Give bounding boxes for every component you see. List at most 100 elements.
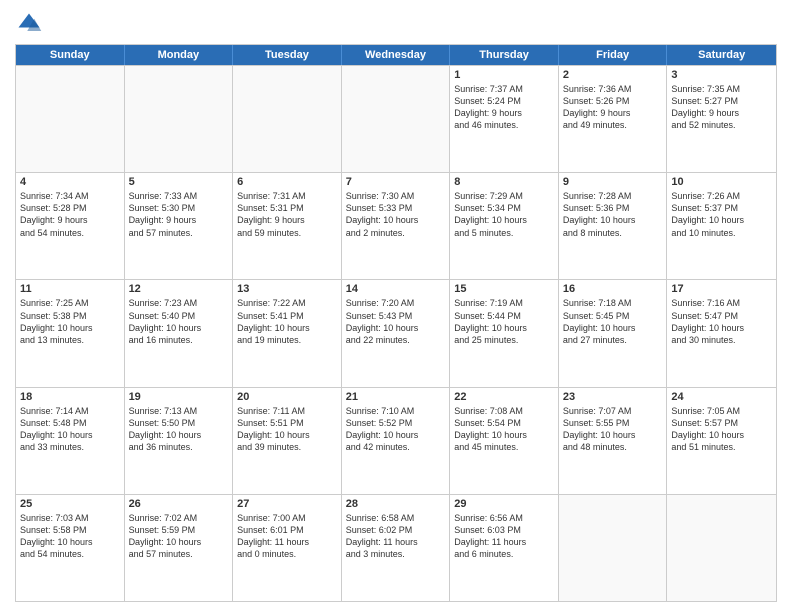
- day-info: Sunrise: 7:30 AM Sunset: 5:33 PM Dayligh…: [346, 190, 446, 239]
- day-number: 11: [20, 283, 120, 295]
- calendar-row-2: 4 Sunrise: 7:34 AM Sunset: 5:28 PM Daylig…: [16, 172, 776, 279]
- day-cell-9: 9 Sunrise: 7:28 AM Sunset: 5:36 PM Daylig…: [559, 173, 668, 279]
- calendar-row-1: 1 Sunrise: 7:37 AM Sunset: 5:24 PM Daylig…: [16, 65, 776, 172]
- day-number: 7: [346, 176, 446, 188]
- day-info: Sunrise: 7:25 AM Sunset: 5:38 PM Dayligh…: [20, 297, 120, 346]
- day-info: Sunrise: 7:37 AM Sunset: 5:24 PM Dayligh…: [454, 83, 554, 132]
- day-number: 29: [454, 498, 554, 510]
- calendar: SundayMondayTuesdayWednesdayThursdayFrid…: [15, 44, 777, 602]
- day-number: 25: [20, 498, 120, 510]
- day-info: Sunrise: 7:05 AM Sunset: 5:57 PM Dayligh…: [671, 405, 772, 454]
- day-info: Sunrise: 7:16 AM Sunset: 5:47 PM Dayligh…: [671, 297, 772, 346]
- day-number: 23: [563, 391, 663, 403]
- day-number: 15: [454, 283, 554, 295]
- day-number: 22: [454, 391, 554, 403]
- day-info: Sunrise: 7:14 AM Sunset: 5:48 PM Dayligh…: [20, 405, 120, 454]
- day-info: Sunrise: 7:20 AM Sunset: 5:43 PM Dayligh…: [346, 297, 446, 346]
- header: [15, 10, 777, 38]
- day-cell-25: 25 Sunrise: 7:03 AM Sunset: 5:58 PM Dayli…: [16, 495, 125, 601]
- day-info: Sunrise: 7:18 AM Sunset: 5:45 PM Dayligh…: [563, 297, 663, 346]
- empty-cell: [16, 66, 125, 172]
- day-info: Sunrise: 7:00 AM Sunset: 6:01 PM Dayligh…: [237, 512, 337, 561]
- day-info: Sunrise: 6:58 AM Sunset: 6:02 PM Dayligh…: [346, 512, 446, 561]
- day-number: 28: [346, 498, 446, 510]
- header-cell-wednesday: Wednesday: [342, 45, 451, 65]
- day-info: Sunrise: 7:34 AM Sunset: 5:28 PM Dayligh…: [20, 190, 120, 239]
- day-info: Sunrise: 7:33 AM Sunset: 5:30 PM Dayligh…: [129, 190, 229, 239]
- day-cell-2: 2 Sunrise: 7:36 AM Sunset: 5:26 PM Daylig…: [559, 66, 668, 172]
- empty-cell: [667, 495, 776, 601]
- logo: [15, 10, 47, 38]
- day-number: 27: [237, 498, 337, 510]
- day-number: 3: [671, 69, 772, 81]
- day-number: 12: [129, 283, 229, 295]
- day-cell-8: 8Sunrise: 7:29 AM Sunset: 5:34 PM Daylig…: [450, 173, 559, 279]
- day-info: Sunrise: 6:56 AM Sunset: 6:03 PM Dayligh…: [454, 512, 554, 561]
- day-number: 18: [20, 391, 120, 403]
- page: SundayMondayTuesdayWednesdayThursdayFrid…: [0, 0, 792, 612]
- day-cell-6: 6Sunrise: 7:31 AM Sunset: 5:31 PM Daylig…: [233, 173, 342, 279]
- day-cell-27: 27 Sunrise: 7:00 AM Sunset: 6:01 PM Dayli…: [233, 495, 342, 601]
- day-info: Sunrise: 7:35 AM Sunset: 5:27 PM Dayligh…: [671, 83, 772, 132]
- day-info: Sunrise: 7:08 AM Sunset: 5:54 PM Dayligh…: [454, 405, 554, 454]
- logo-icon: [15, 10, 43, 38]
- day-number: 9: [563, 176, 663, 188]
- day-info: Sunrise: 7:22 AM Sunset: 5:41 PM Dayligh…: [237, 297, 337, 346]
- day-cell-14: 14 Sunrise: 7:20 AM Sunset: 5:43 PM Dayli…: [342, 280, 451, 386]
- day-number: 16: [563, 283, 663, 295]
- header-cell-thursday: Thursday: [450, 45, 559, 65]
- day-info: Sunrise: 7:23 AM Sunset: 5:40 PM Dayligh…: [129, 297, 229, 346]
- day-cell-16: 16 Sunrise: 7:18 AM Sunset: 5:45 PM Dayli…: [559, 280, 668, 386]
- day-cell-20: 20 Sunrise: 7:11 AM Sunset: 5:51 PM Dayli…: [233, 388, 342, 494]
- day-cell-21: 21 Sunrise: 7:10 AM Sunset: 5:52 PM Dayli…: [342, 388, 451, 494]
- day-info: Sunrise: 7:13 AM Sunset: 5:50 PM Dayligh…: [129, 405, 229, 454]
- day-cell-18: 18 Sunrise: 7:14 AM Sunset: 5:48 PM Dayli…: [16, 388, 125, 494]
- day-cell-24: 24 Sunrise: 7:05 AM Sunset: 5:57 PM Dayli…: [667, 388, 776, 494]
- day-cell-4: 4 Sunrise: 7:34 AM Sunset: 5:28 PM Daylig…: [16, 173, 125, 279]
- day-cell-1: 1 Sunrise: 7:37 AM Sunset: 5:24 PM Daylig…: [450, 66, 559, 172]
- day-info: Sunrise: 7:36 AM Sunset: 5:26 PM Dayligh…: [563, 83, 663, 132]
- day-number: 5: [129, 176, 229, 188]
- day-number: 13: [237, 283, 337, 295]
- day-number: 4: [20, 176, 120, 188]
- day-number: 24: [671, 391, 772, 403]
- empty-cell: [125, 66, 234, 172]
- day-cell-28: 28 Sunrise: 6:58 AM Sunset: 6:02 PM Dayli…: [342, 495, 451, 601]
- empty-cell: [559, 495, 668, 601]
- day-number: 14: [346, 283, 446, 295]
- day-number: 20: [237, 391, 337, 403]
- calendar-row-4: 18 Sunrise: 7:14 AM Sunset: 5:48 PM Dayli…: [16, 387, 776, 494]
- day-number: 19: [129, 391, 229, 403]
- header-cell-friday: Friday: [559, 45, 668, 65]
- day-number: 8: [454, 176, 554, 188]
- day-cell-17: 17Sunrise: 7:16 AM Sunset: 5:47 PM Dayli…: [667, 280, 776, 386]
- day-number: 1: [454, 69, 554, 81]
- day-cell-12: 12 Sunrise: 7:23 AM Sunset: 5:40 PM Dayli…: [125, 280, 234, 386]
- day-cell-3: 3 Sunrise: 7:35 AM Sunset: 5:27 PM Daylig…: [667, 66, 776, 172]
- day-number: 21: [346, 391, 446, 403]
- day-number: 6: [237, 176, 337, 188]
- day-cell-15: 15 Sunrise: 7:19 AM Sunset: 5:44 PM Dayli…: [450, 280, 559, 386]
- day-number: 2: [563, 69, 663, 81]
- day-info: Sunrise: 7:03 AM Sunset: 5:58 PM Dayligh…: [20, 512, 120, 561]
- calendar-body: 1 Sunrise: 7:37 AM Sunset: 5:24 PM Daylig…: [16, 65, 776, 601]
- day-info: Sunrise: 7:19 AM Sunset: 5:44 PM Dayligh…: [454, 297, 554, 346]
- day-number: 10: [671, 176, 772, 188]
- calendar-row-5: 25 Sunrise: 7:03 AM Sunset: 5:58 PM Dayli…: [16, 494, 776, 601]
- calendar-row-3: 11 Sunrise: 7:25 AM Sunset: 5:38 PM Dayli…: [16, 279, 776, 386]
- day-info: Sunrise: 7:02 AM Sunset: 5:59 PM Dayligh…: [129, 512, 229, 561]
- day-info: Sunrise: 7:11 AM Sunset: 5:51 PM Dayligh…: [237, 405, 337, 454]
- calendar-header: SundayMondayTuesdayWednesdayThursdayFrid…: [16, 45, 776, 65]
- day-cell-22: 22 Sunrise: 7:08 AM Sunset: 5:54 PM Dayli…: [450, 388, 559, 494]
- day-info: Sunrise: 7:10 AM Sunset: 5:52 PM Dayligh…: [346, 405, 446, 454]
- header-cell-saturday: Saturday: [667, 45, 776, 65]
- header-cell-sunday: Sunday: [16, 45, 125, 65]
- day-cell-19: 19 Sunrise: 7:13 AM Sunset: 5:50 PM Dayli…: [125, 388, 234, 494]
- empty-cell: [342, 66, 451, 172]
- day-cell-5: 5 Sunrise: 7:33 AM Sunset: 5:30 PM Daylig…: [125, 173, 234, 279]
- header-cell-monday: Monday: [125, 45, 234, 65]
- day-cell-13: 13 Sunrise: 7:22 AM Sunset: 5:41 PM Dayli…: [233, 280, 342, 386]
- day-cell-10: 10Sunrise: 7:26 AM Sunset: 5:37 PM Dayli…: [667, 173, 776, 279]
- empty-cell: [233, 66, 342, 172]
- day-info: Sunrise: 7:28 AM Sunset: 5:36 PM Dayligh…: [563, 190, 663, 239]
